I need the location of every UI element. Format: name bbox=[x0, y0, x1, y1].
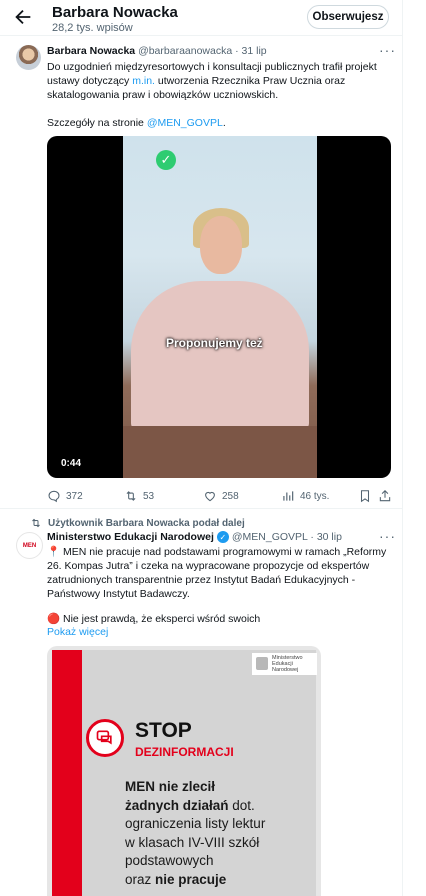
tweet-text-line: 📍 MEN nie pracuje nad podstawami program… bbox=[47, 546, 387, 558]
video-time: 0:44 bbox=[61, 458, 82, 469]
poster-title: STOP bbox=[135, 719, 192, 742]
share-icon bbox=[379, 490, 391, 502]
video-desk bbox=[123, 426, 317, 478]
author-name[interactable]: Ministerstwo Edukacji Narodowej bbox=[47, 531, 214, 543]
repost-button[interactable]: 53 bbox=[124, 489, 154, 503]
header-divider bbox=[0, 35, 402, 36]
tweet-text-line: skatalogowania praw i obowiązków uczniow… bbox=[47, 89, 279, 101]
more-options-icon[interactable]: ··· bbox=[379, 528, 396, 544]
view-count: 46 tys. bbox=[300, 490, 330, 502]
repost-indicator[interactable]: Użytkownik Barbara Nowacka podał dalej bbox=[30, 517, 245, 529]
tweet-text: 📍 MEN nie pracuje nad podstawami program… bbox=[47, 545, 386, 626]
repost-icon bbox=[126, 491, 136, 501]
poster-red-stripe bbox=[52, 650, 82, 896]
handle-date[interactable]: @barbaraanowacka · 31 lip bbox=[138, 45, 267, 57]
verified-badge-icon: ✓ bbox=[216, 531, 229, 543]
eagle-emblem-icon bbox=[256, 657, 268, 670]
reply-button[interactable]: 372 bbox=[47, 489, 83, 503]
tweet-text-line: zatrudnionych transparentnie przez Insty… bbox=[47, 574, 356, 586]
bookmark-icon bbox=[360, 490, 370, 503]
video-caption: Proponujemy też bbox=[166, 336, 263, 350]
speech-bubble-icon bbox=[86, 719, 124, 757]
reply-icon bbox=[48, 490, 60, 503]
repost-icon bbox=[32, 518, 40, 528]
handle-date[interactable]: @MEN_GOVPL · 30 lip bbox=[232, 531, 342, 543]
video-person-face bbox=[200, 216, 242, 274]
link-min[interactable]: m.in. bbox=[132, 75, 155, 87]
post-count: 28,2 tys. wpisów bbox=[52, 22, 133, 34]
ministry-logo: Ministerstwo Edukacji Narodowej bbox=[252, 653, 317, 675]
attached-image[interactable]: Ministerstwo Edukacji Narodowej STOP DEZ… bbox=[47, 646, 321, 896]
tweet-text: Do uzgodnień międzyresortowych i konsult… bbox=[47, 60, 377, 130]
profile-title: Barbara Nowacka bbox=[52, 4, 178, 21]
tweet-text-line: Państwowy Instytut Badawczy. bbox=[47, 588, 190, 600]
check-icon: ✓ bbox=[156, 150, 176, 170]
tweet-header: Barbara Nowacka @barbaraanowacka · 31 li… bbox=[47, 45, 267, 57]
tweet-divider bbox=[0, 508, 402, 509]
heart-icon bbox=[205, 491, 215, 502]
tweet-text-line: Szczegóły na stronie @MEN_GOVPL. bbox=[47, 117, 226, 129]
tweet-header: Ministerstwo Edukacji Narodowej ✓ @MEN_G… bbox=[47, 531, 342, 543]
mention-link[interactable]: @MEN_GOVPL bbox=[147, 117, 223, 129]
poster-subtitle: DEZINFORMACJI bbox=[135, 745, 234, 759]
back-arrow-icon[interactable] bbox=[12, 6, 34, 28]
views-button[interactable]: 46 tys. bbox=[281, 489, 329, 503]
repost-label: Użytkownik Barbara Nowacka podał dalej bbox=[48, 517, 245, 529]
column-divider bbox=[402, 0, 403, 896]
avatar[interactable]: MEN bbox=[16, 532, 43, 559]
poster-text: MEN nie zlecił żadnych działań dot. ogra… bbox=[125, 779, 266, 887]
more-options-icon[interactable]: ··· bbox=[379, 42, 396, 58]
tweet-text-line: Do uzgodnień międzyresortowych i konsult… bbox=[47, 61, 377, 73]
avatar[interactable] bbox=[16, 45, 41, 70]
tweet-text-line: 26. Kompas Jutra” i czeka na wypracowane… bbox=[47, 560, 370, 572]
share-button[interactable] bbox=[378, 489, 392, 503]
video-person-jacket bbox=[131, 281, 309, 431]
like-count: 258 bbox=[222, 490, 239, 502]
like-button[interactable]: 258 bbox=[203, 489, 239, 503]
repost-count: 53 bbox=[143, 490, 155, 502]
reply-count: 372 bbox=[66, 490, 83, 502]
bookmark-button[interactable] bbox=[358, 489, 372, 503]
video-player[interactable]: ✓ Proponujemy też 0:44 bbox=[47, 136, 391, 478]
video-frame: ✓ Proponujemy też bbox=[123, 136, 317, 478]
tweet-text-line: ustawy dotyczący m.in. utworzenia Rzeczn… bbox=[47, 75, 346, 87]
following-button[interactable]: Obserwujesz bbox=[307, 5, 389, 29]
show-more-link[interactable]: Pokaż więcej bbox=[47, 626, 108, 638]
analytics-icon bbox=[283, 491, 294, 501]
tweet-text-line: 🔴 Nie jest prawdą, że eksperci wśród swo… bbox=[47, 613, 261, 625]
author-name[interactable]: Barbara Nowacka bbox=[47, 45, 135, 57]
